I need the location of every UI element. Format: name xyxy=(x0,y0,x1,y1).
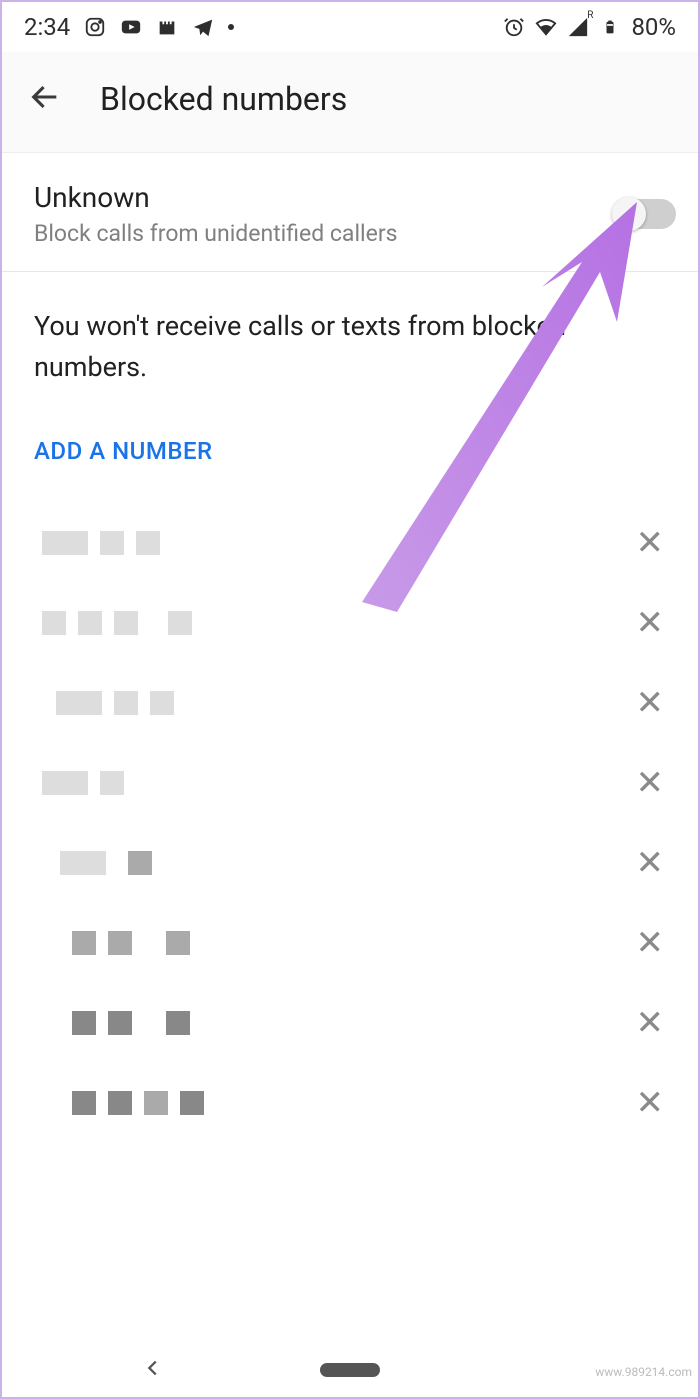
castle-icon xyxy=(156,16,178,38)
info-text: You won't receive calls or texts from bl… xyxy=(2,272,698,397)
list-item: ✕ xyxy=(2,823,698,903)
list-item: ✕ xyxy=(2,1063,698,1143)
wifi-icon xyxy=(535,16,557,38)
unknown-switch[interactable] xyxy=(614,199,676,229)
page-title: Blocked numbers xyxy=(100,80,347,118)
remove-button[interactable]: ✕ xyxy=(636,523,665,563)
remove-button[interactable]: ✕ xyxy=(636,1003,665,1043)
redacted-number xyxy=(42,611,192,635)
redacted-number xyxy=(60,851,152,875)
switch-thumb xyxy=(612,197,646,231)
list-item: ✕ xyxy=(2,743,698,823)
toggle-title: Unknown xyxy=(34,181,398,214)
back-button[interactable] xyxy=(28,80,62,118)
list-item: ✕ xyxy=(2,903,698,983)
status-time: 2:34 xyxy=(24,13,70,41)
list-item: ✕ xyxy=(2,983,698,1063)
more-icon xyxy=(228,24,234,30)
alarm-icon xyxy=(503,16,525,38)
remove-button[interactable]: ✕ xyxy=(636,763,665,803)
battery-icon xyxy=(599,16,621,38)
toggle-text: Unknown Block calls from unidentified ca… xyxy=(34,181,398,247)
redacted-number xyxy=(42,531,160,555)
remove-button[interactable]: ✕ xyxy=(636,603,665,643)
status-right: R 80% xyxy=(503,13,676,41)
list-item: ✕ xyxy=(2,503,698,583)
signal-icon: R xyxy=(567,16,589,38)
status-bar: 2:34 R 80% xyxy=(2,2,698,52)
nav-back-icon[interactable] xyxy=(142,1357,164,1383)
instagram-icon xyxy=(84,16,106,38)
redacted-number xyxy=(72,1091,204,1115)
list-item: ✕ xyxy=(2,663,698,743)
nav-home-pill[interactable] xyxy=(320,1363,380,1377)
remove-button[interactable]: ✕ xyxy=(636,843,665,883)
remove-button[interactable]: ✕ xyxy=(636,683,665,723)
toggle-subtitle: Block calls from unidentified callers xyxy=(34,220,398,247)
app-header: Blocked numbers xyxy=(2,52,698,153)
redacted-number xyxy=(72,931,190,955)
remove-button[interactable]: ✕ xyxy=(636,923,665,963)
watermark: www.989214.com xyxy=(595,1365,692,1379)
youtube-icon xyxy=(120,16,142,38)
navigation-bar xyxy=(2,1343,698,1397)
blocked-list: ✕ ✕ ✕ ✕ ✕ ✕ ✕ ✕ xyxy=(2,485,698,1143)
unknown-toggle-row[interactable]: Unknown Block calls from unidentified ca… xyxy=(2,153,698,272)
battery-percent: 80% xyxy=(631,13,676,41)
add-number-button[interactable]: ADD A NUMBER xyxy=(2,397,698,485)
redacted-number xyxy=(56,691,174,715)
redacted-number xyxy=(42,771,124,795)
list-item: ✕ xyxy=(2,583,698,663)
telegram-icon xyxy=(192,16,214,38)
status-left: 2:34 xyxy=(24,13,234,41)
redacted-number xyxy=(72,1011,190,1035)
remove-button[interactable]: ✕ xyxy=(636,1083,665,1123)
